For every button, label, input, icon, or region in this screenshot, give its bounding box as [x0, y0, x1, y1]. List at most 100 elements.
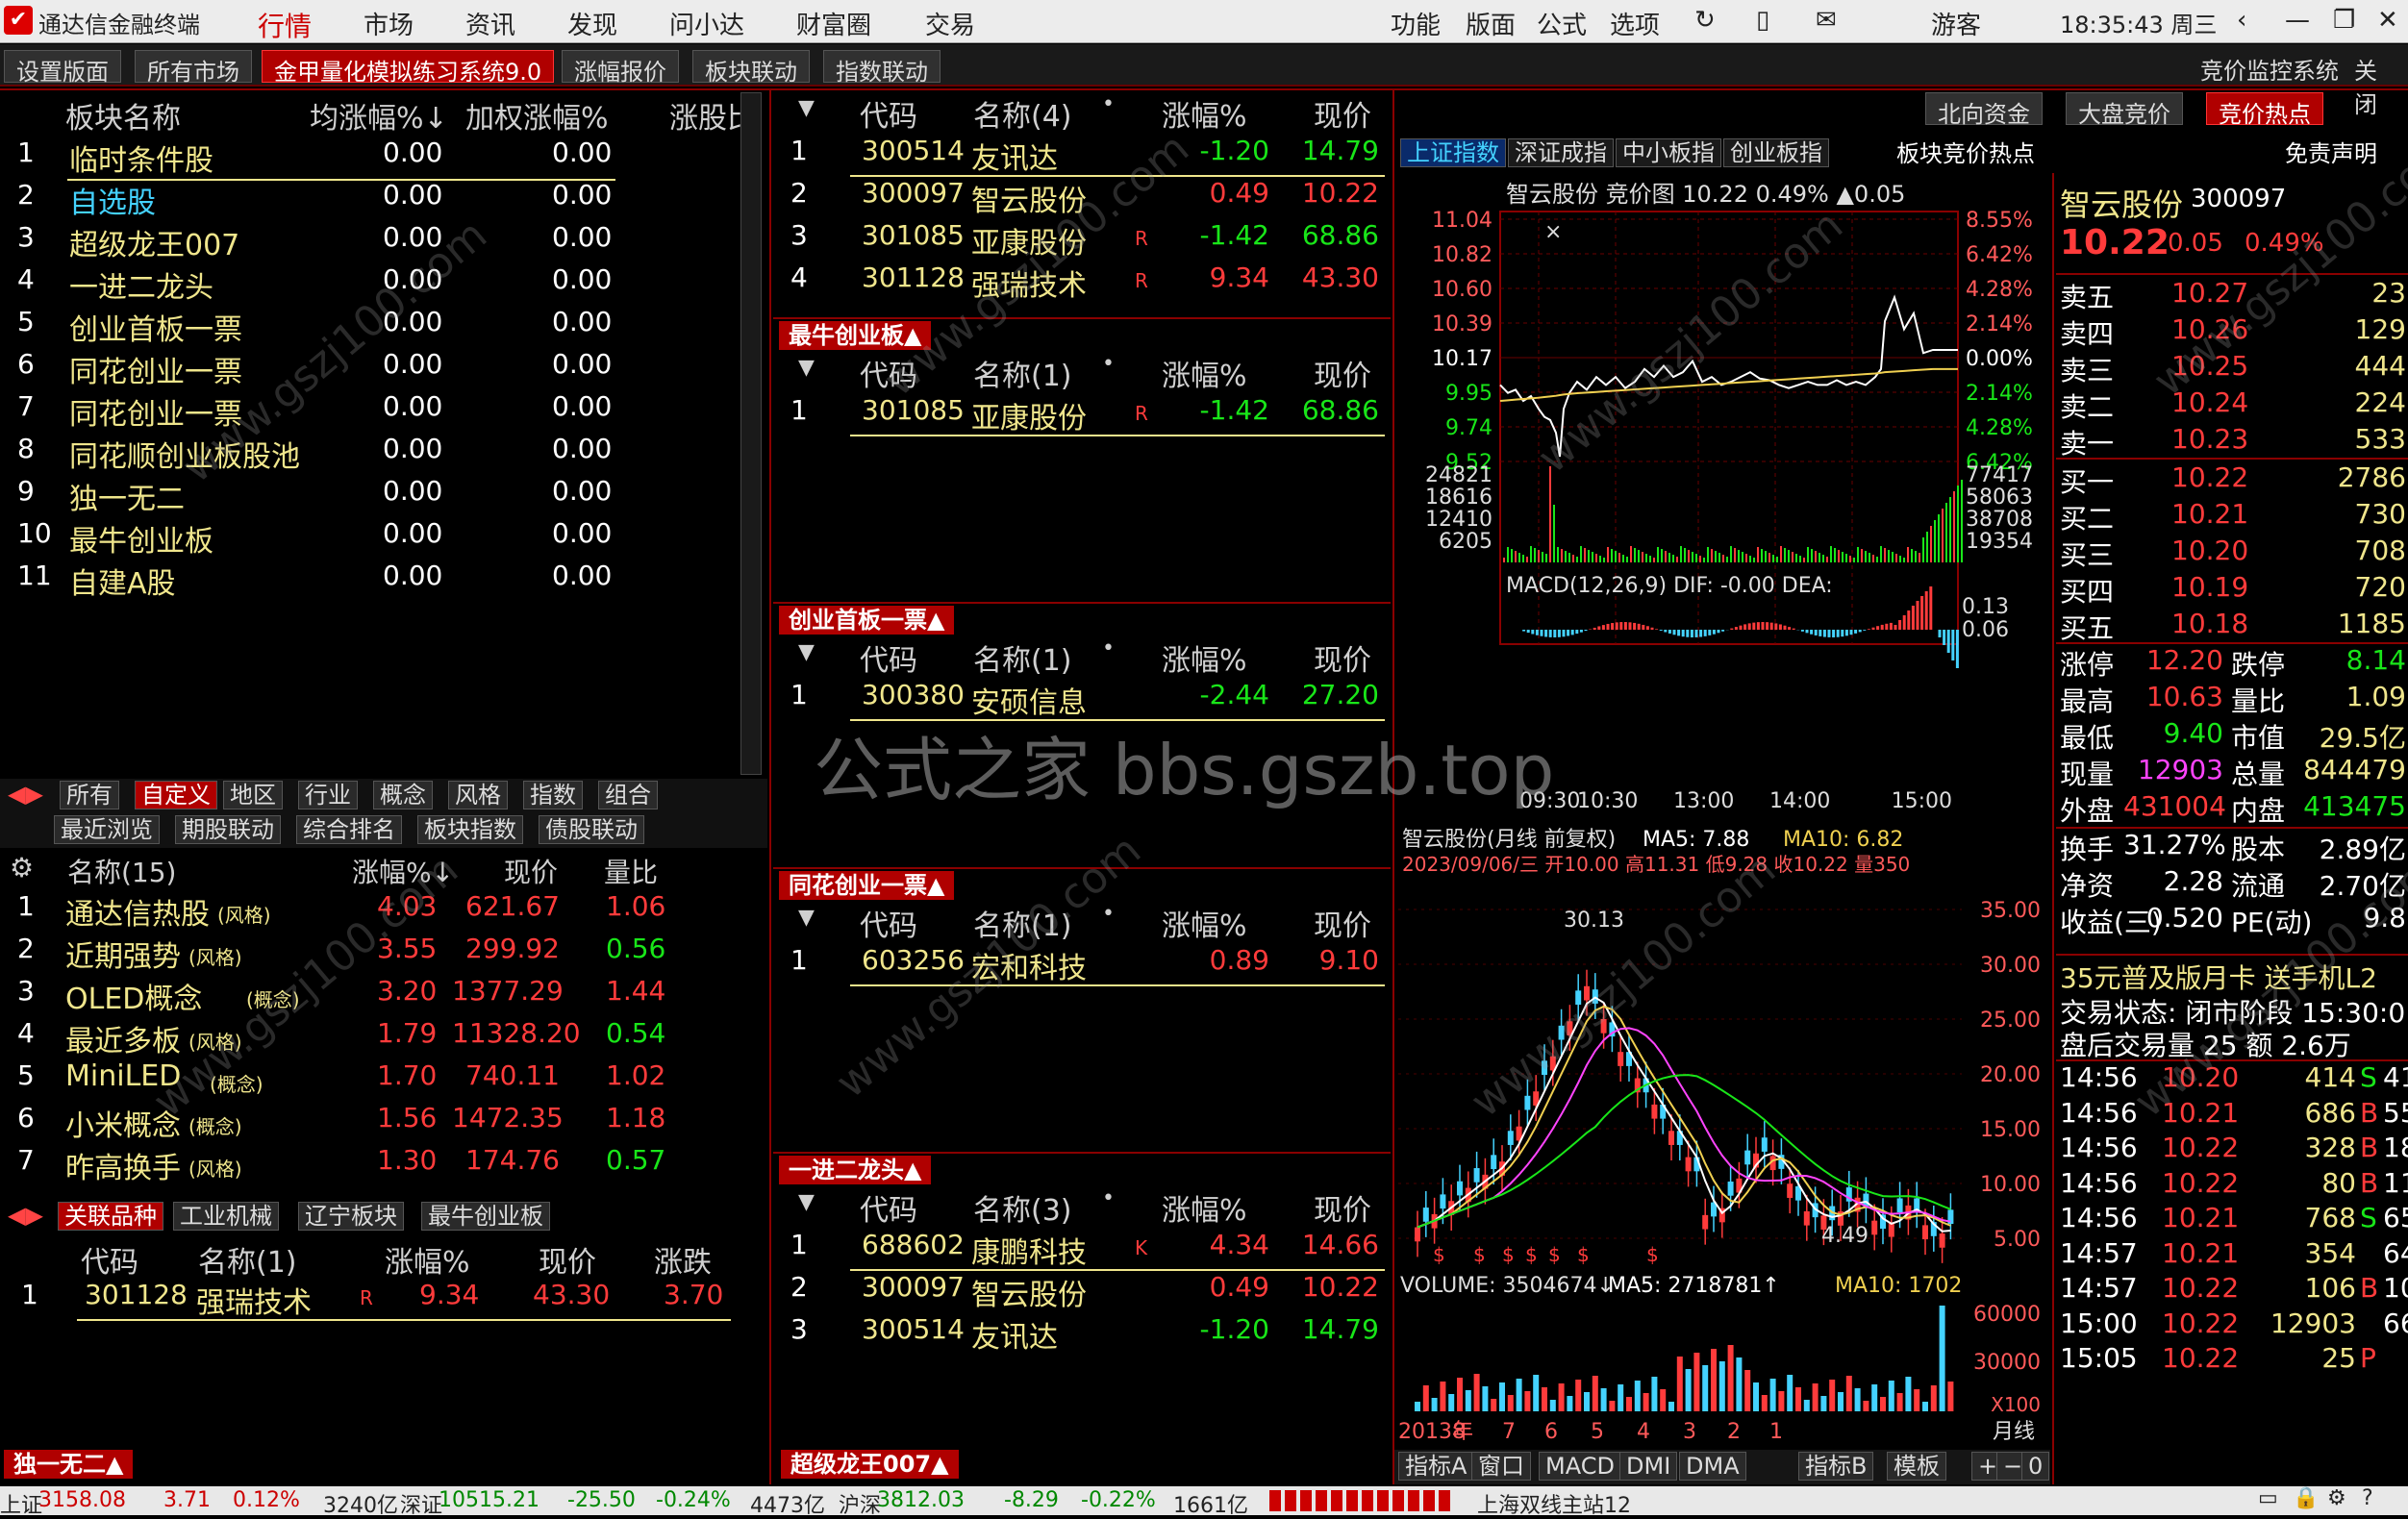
menu-options[interactable]: 选项: [1610, 6, 1660, 41]
col-0[interactable]: 代码: [860, 636, 917, 679]
refresh-icon[interactable]: ↻: [1694, 6, 1716, 35]
pool-row[interactable]: 1 301085 亚康股份 R -1.42 68.86: [773, 394, 1389, 436]
tab-north-funds[interactable]: 北向资金: [1925, 92, 2043, 128]
reset-icon[interactable]: 0: [2021, 1452, 2050, 1481]
chart-tab-6[interactable]: 模板: [1887, 1452, 1946, 1481]
tab-market-bid[interactable]: 大盘竞价: [2066, 92, 2183, 128]
index-tab-2[interactable]: 中小板指: [1616, 138, 1721, 167]
tab-sector-link[interactable]: 板块联动: [692, 50, 810, 86]
pool-row[interactable]: 4 301128 强瑞技术 R 9.34 43.30: [773, 261, 1389, 304]
collapse-icon[interactable]: ▼: [798, 96, 815, 120]
tab-all-market[interactable]: 所有市场: [135, 50, 252, 86]
section-title-3[interactable]: 同花创业一票▲: [779, 871, 955, 900]
lock-icon[interactable]: 🔒: [2293, 1486, 2319, 1510]
menu-ask[interactable]: 问小达: [669, 6, 744, 41]
sector-tab-7[interactable]: 组合: [598, 781, 658, 809]
menu-market[interactable]: 市场: [364, 6, 414, 41]
sector-tab-4[interactable]: 概念: [373, 781, 433, 809]
col-related-price[interactable]: 现价: [539, 1238, 596, 1281]
related-tab-0[interactable]: 关联品种: [58, 1202, 163, 1231]
col-sector-name[interactable]: 板块名称: [65, 94, 181, 137]
col-1[interactable]: 名称(3): [973, 1186, 1072, 1229]
sector-tab-1[interactable]: 自定义: [135, 781, 217, 809]
tab-gain-quote[interactable]: 涨幅报价: [562, 50, 679, 86]
pool-row[interactable]: 3 300514 友讯达 -1.20 14.79: [773, 1313, 1389, 1356]
pool-row[interactable]: 3 301085 亚康股份 R -1.42 68.86: [773, 219, 1389, 261]
col-0[interactable]: 代码: [860, 92, 917, 135]
promo-banner[interactable]: 35元普及版月卡 送手机L2: [2060, 958, 2377, 996]
col-concept-volratio[interactable]: 量比: [604, 852, 658, 890]
col-1[interactable]: 名称(1): [973, 636, 1072, 679]
col-3[interactable]: 现价: [1314, 902, 1371, 944]
section-title-dragon[interactable]: 超级龙王007▲: [781, 1450, 959, 1479]
tab-prev-icon[interactable]: ◀▶: [2, 781, 49, 809]
pool-row[interactable]: 1 603256 宏和科技 0.89 9.10: [773, 944, 1389, 986]
restore-icon[interactable]: ❐: [2333, 6, 2355, 35]
col-0[interactable]: 代码: [860, 1186, 917, 1229]
sector-tab-6[interactable]: 指数: [523, 781, 583, 809]
col-1[interactable]: 名称(1): [973, 902, 1072, 944]
col-2[interactable]: 涨幅%: [1162, 902, 1247, 944]
scrollbar[interactable]: [740, 92, 762, 775]
col-1[interactable]: 名称(1): [973, 352, 1072, 394]
sector-tab-3[interactable]: 行业: [298, 781, 358, 809]
collapse-icon[interactable]: ▼: [798, 1190, 815, 1214]
back-icon[interactable]: ‹: [2237, 6, 2246, 35]
mail-icon[interactable]: ✉: [1816, 6, 1837, 35]
col-concept-name[interactable]: 名称(15): [67, 852, 176, 890]
menu-function[interactable]: 功能: [1391, 6, 1441, 41]
chart-tab-2[interactable]: MACD: [1539, 1452, 1621, 1481]
settings-gear-icon[interactable]: ⚙: [10, 852, 34, 884]
minimize-icon[interactable]: ▭: [2258, 1486, 2278, 1510]
close-icon[interactable]: ✕: [2377, 6, 2398, 35]
tab-close[interactable]: 关闭: [2343, 50, 2408, 118]
col-3[interactable]: 现价: [1314, 92, 1371, 135]
col-0[interactable]: 代码: [860, 352, 917, 394]
menu-wealth[interactable]: 财富圈: [796, 6, 871, 41]
col-weighted-gain[interactable]: 加权涨幅%: [465, 94, 609, 137]
menu-news[interactable]: 资讯: [465, 6, 515, 41]
collapse-icon[interactable]: ▼: [798, 640, 815, 664]
related-tab-3[interactable]: 最牛创业板: [421, 1202, 550, 1231]
col-2[interactable]: 涨幅%: [1162, 1186, 1247, 1229]
pool-row[interactable]: 2 300097 智云股份 0.49 10.22: [773, 1271, 1389, 1313]
col-2[interactable]: 涨幅%: [1162, 92, 1247, 135]
settings-icon[interactable]: ⚙: [2327, 1486, 2346, 1510]
col-avg-gain[interactable]: 均涨幅%↓: [310, 94, 448, 137]
related-tab-2[interactable]: 辽宁板块: [298, 1202, 404, 1231]
sector-sub-tab-1[interactable]: 期股联动: [175, 815, 281, 844]
col-0[interactable]: 代码: [860, 902, 917, 944]
related-tab-1[interactable]: 工业机械: [173, 1202, 279, 1231]
col-concept-price[interactable]: 现价: [504, 852, 558, 890]
chart-tab-4[interactable]: DMA: [1679, 1452, 1746, 1481]
col-1[interactable]: 名称(4): [973, 92, 1072, 135]
section-title-4[interactable]: 一进二龙头▲: [779, 1156, 932, 1184]
period-label[interactable]: 月线: [1993, 1420, 2035, 1444]
section-title-2[interactable]: 创业首板一票▲: [779, 606, 955, 635]
minimize-icon[interactable]: —: [2285, 6, 2310, 35]
user-label[interactable]: 游客: [1931, 6, 1981, 41]
chart-tab-5[interactable]: 指标B: [1798, 1452, 1874, 1481]
tab-bid-hot[interactable]: 竞价热点: [2206, 92, 2323, 128]
bid-hot-sub[interactable]: 板块竞价热点: [1896, 135, 2035, 168]
col-2[interactable]: 涨幅%: [1162, 352, 1247, 394]
pool-row[interactable]: 1 300514 友讯达 -1.20 14.79: [773, 135, 1389, 177]
menu-formula[interactable]: 公式: [1537, 6, 1587, 41]
collapse-icon[interactable]: ▼: [798, 906, 815, 930]
tab-prev-icon[interactable]: ◀▶: [2, 1202, 49, 1231]
index-tab-1[interactable]: 深证成指: [1508, 138, 1614, 167]
collapse-icon[interactable]: ▼: [798, 356, 815, 380]
col-related-name[interactable]: 名称(1): [198, 1238, 297, 1281]
section-title-1[interactable]: 最牛创业板▲: [779, 321, 932, 350]
pool-row[interactable]: 2 300097 智云股份 0.49 10.22: [773, 177, 1389, 219]
index-tab-0[interactable]: 上证指数: [1400, 138, 1506, 167]
menu-discover[interactable]: 发现: [567, 6, 617, 41]
phone-icon[interactable]: ▯: [1756, 6, 1769, 35]
disclaimer-link[interactable]: 免责声明: [2285, 135, 2377, 168]
sector-sub-tab-4[interactable]: 债股联动: [539, 815, 644, 844]
col-2[interactable]: 涨幅%: [1162, 636, 1247, 679]
tab-bid-monitor[interactable]: 竞价监控系统: [2189, 50, 2350, 85]
section-title-unique[interactable]: 独一无二▲: [4, 1450, 134, 1479]
sector-sub-tab-0[interactable]: 最近浏览: [54, 815, 160, 844]
tab-quant-system[interactable]: 金甲量化模拟练习系统9.0: [262, 50, 555, 86]
